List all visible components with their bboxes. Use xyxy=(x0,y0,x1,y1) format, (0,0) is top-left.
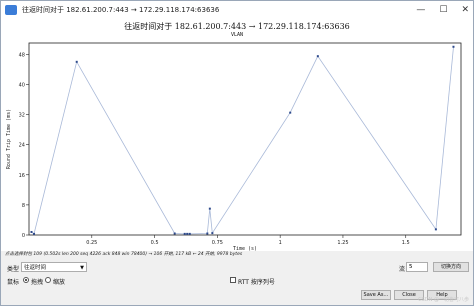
y-tick-label: 32 xyxy=(19,113,25,119)
switch-direction-button[interactable]: 切换方向 xyxy=(433,262,469,272)
close-window-button[interactable]: ✕ xyxy=(461,5,469,15)
stream-spinbox[interactable]: 5 xyxy=(406,262,428,272)
rtt-data-point xyxy=(316,55,319,58)
rtt-data-point xyxy=(188,232,191,235)
y-tick-label: 8 xyxy=(22,203,25,209)
chevron-down-icon: ▼ xyxy=(80,265,84,271)
x-tick-label: 1 xyxy=(279,240,282,246)
rtt-data-point xyxy=(30,230,33,233)
type-label: 类型 xyxy=(7,266,20,273)
rtt-data-point xyxy=(452,45,455,48)
rtt-data-point xyxy=(183,232,186,235)
save-as-button[interactable]: Save As… xyxy=(361,290,391,300)
wireshark-app-icon xyxy=(5,5,17,15)
rtt-chart[interactable]: 0816243240480.25 0.5 0.75 1 1.25 1.5Time (s)R… xyxy=(1,19,473,251)
watermark: CSDN @一切皆可八歩 xyxy=(418,297,469,303)
zoom-label: 缩放 xyxy=(53,279,66,286)
mouse-label: 鼠标 xyxy=(7,279,20,286)
rtt-data-point xyxy=(289,111,292,114)
y-tick-label: 24 xyxy=(19,143,25,149)
drag-label: 拖拽 xyxy=(31,279,44,286)
zoom-radio[interactable] xyxy=(45,277,51,283)
rtt-data-point xyxy=(75,60,78,63)
y-axis-label: Round Trip Time (ms) xyxy=(6,109,12,169)
x-tick-label: 1.5 xyxy=(402,240,410,246)
title-bar: 往返时间对于 182.61.200.7:443 → 172.29.118.174… xyxy=(1,1,473,19)
type-select-value: 往返时间 xyxy=(24,265,47,271)
rtt-data-point xyxy=(206,232,209,235)
x-tick-label: 0.25 xyxy=(86,240,97,246)
status-info-text: 点击选择封包 109 (0.502s len 200 seq 4226 ack … xyxy=(5,252,243,257)
window-controls: — ☐ ✕ xyxy=(416,1,469,19)
stream-value: 5 xyxy=(409,264,413,270)
maximize-button[interactable]: ☐ xyxy=(439,5,447,15)
controls-panel: 类型 往返时间 ▼ 流 5 切换方向 鼠标 拖拽 缩放 RTT 按序列号 Sav… xyxy=(1,260,473,305)
y-tick-label: 40 xyxy=(19,82,25,88)
graph-canvas[interactable]: 往返时间对于 182.61.200.7:443 → 172.29.118.174… xyxy=(1,19,473,251)
y-tick-label: 0 xyxy=(22,233,25,239)
rtt-data-point xyxy=(434,228,437,231)
type-select[interactable]: 往返时间 ▼ xyxy=(21,262,87,272)
rtt-data-point xyxy=(186,232,189,235)
y-tick-label: 16 xyxy=(19,173,25,179)
minimize-button[interactable]: — xyxy=(416,5,425,15)
x-tick-label: 1.25 xyxy=(337,240,348,246)
rtt-series-line xyxy=(31,46,454,235)
rtt-data-point xyxy=(33,232,36,235)
stream-label: 流 xyxy=(399,266,406,273)
x-tick-label: 0.5 xyxy=(151,240,159,246)
rtt-data-point xyxy=(211,232,214,235)
drag-radio[interactable] xyxy=(23,277,29,283)
plot-frame xyxy=(28,42,462,236)
window-title: 往返时间对于 182.61.200.7:443 → 172.29.118.174… xyxy=(22,6,220,14)
y-tick-label: 48 xyxy=(19,52,25,58)
rtt-data-point xyxy=(208,207,211,210)
rtt-graph-window: 往返时间对于 182.61.200.7:443 → 172.29.118.174… xyxy=(0,0,474,306)
rtt-data-point xyxy=(173,232,176,235)
rtt-by-seq-checkbox[interactable] xyxy=(230,277,236,283)
rtt-by-seq-label: RTT 按序列号 xyxy=(238,279,275,286)
x-tick-label: 0.75 xyxy=(212,240,223,246)
